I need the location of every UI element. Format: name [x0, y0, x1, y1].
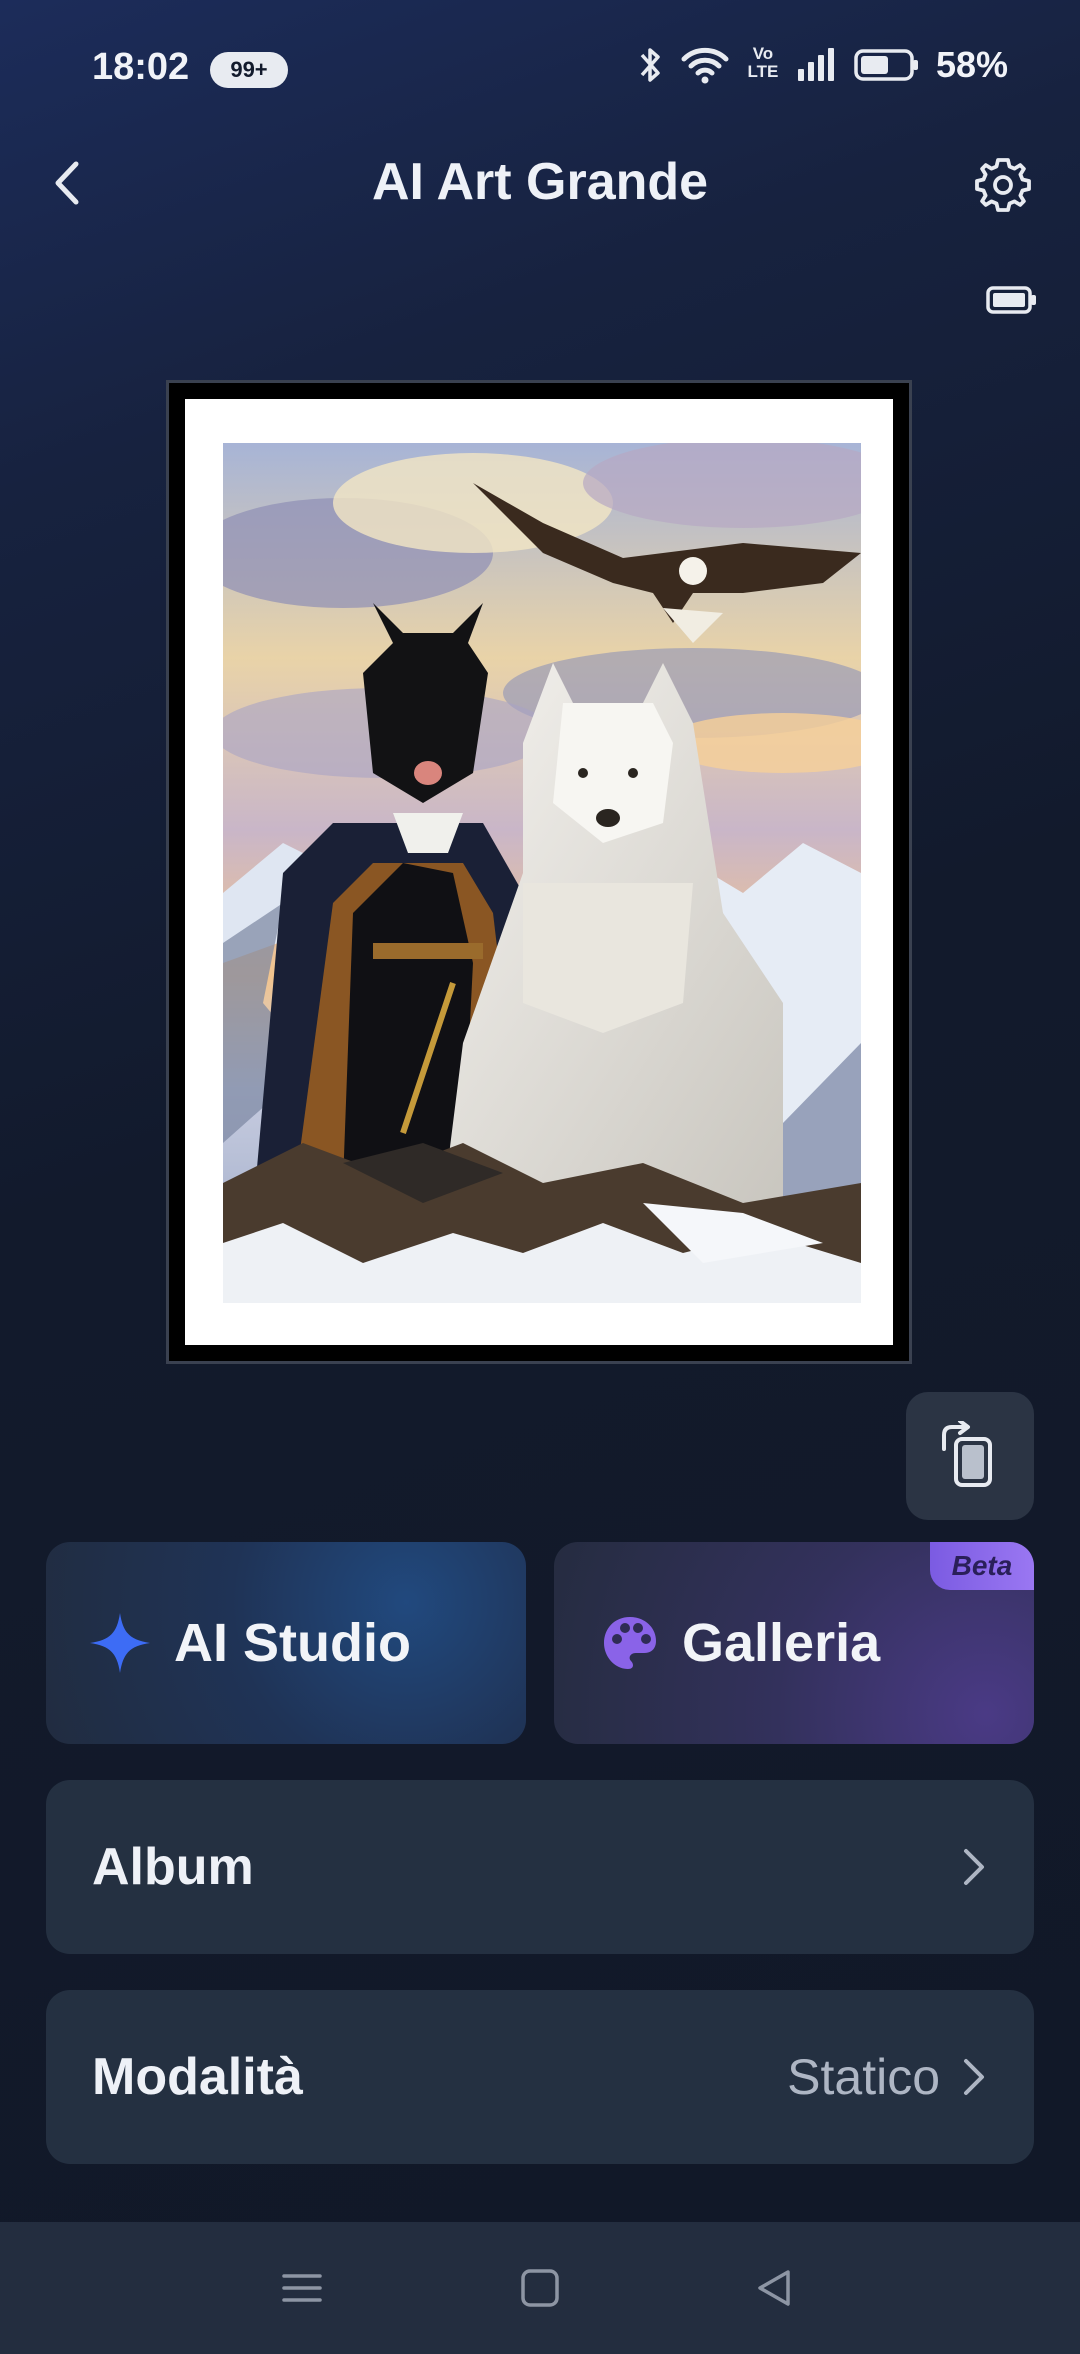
ai-studio-button[interactable]: AI Studio [46, 1542, 526, 1744]
wifi-icon [680, 45, 730, 85]
battery-icon [854, 45, 920, 85]
gallery-label: Galleria [682, 1613, 881, 1673]
artwork-frame [166, 380, 912, 1364]
settings-button[interactable] [974, 156, 1032, 214]
gallery-button[interactable]: Galleria Beta [554, 1542, 1034, 1744]
battery-full-icon [986, 286, 1036, 314]
ai-studio-label: AI Studio [174, 1613, 411, 1673]
artwork-mat [185, 399, 893, 1345]
triangle-back-icon [758, 2270, 790, 2306]
beta-badge: Beta [930, 1542, 1034, 1590]
system-back-button[interactable] [742, 2256, 806, 2320]
signal-icon [796, 45, 838, 85]
home-button[interactable] [508, 2256, 572, 2320]
rotate-device-icon [942, 1421, 992, 1487]
volte-icon: Vo LTE [746, 45, 780, 85]
volte-label: Vo LTE [747, 44, 779, 81]
system-navigation-bar [0, 2222, 1080, 2354]
notification-count-badge: 99+ [210, 52, 288, 88]
gear-icon [975, 158, 1031, 212]
palette-icon [604, 1617, 656, 1669]
chevron-right-icon [964, 1849, 984, 1885]
menu-icon [282, 2274, 322, 2302]
mode-row[interactable]: Modalità Statico [46, 1990, 1034, 2164]
album-label: Album [92, 1838, 254, 1896]
battery-percentage: 58% [935, 44, 1008, 85]
rotate-orientation-button[interactable] [906, 1392, 1034, 1520]
status-icons: Vo LTE 58% [638, 44, 1008, 86]
status-time: 18:02 [92, 46, 190, 88]
mode-label: Modalità [92, 2048, 303, 2106]
mode-value: Statico [787, 2049, 940, 2105]
square-home-icon [521, 2269, 559, 2307]
page-title: AI Art Grande [371, 153, 709, 211]
artwork-image[interactable] [223, 443, 861, 1303]
recent-apps-button[interactable] [270, 2256, 334, 2320]
bluetooth-icon [638, 45, 664, 85]
device-battery-indicator [986, 284, 1038, 321]
album-row[interactable]: Album [46, 1780, 1034, 1954]
chevron-right-icon [964, 2059, 984, 2095]
sparkle-icon [90, 1613, 150, 1673]
